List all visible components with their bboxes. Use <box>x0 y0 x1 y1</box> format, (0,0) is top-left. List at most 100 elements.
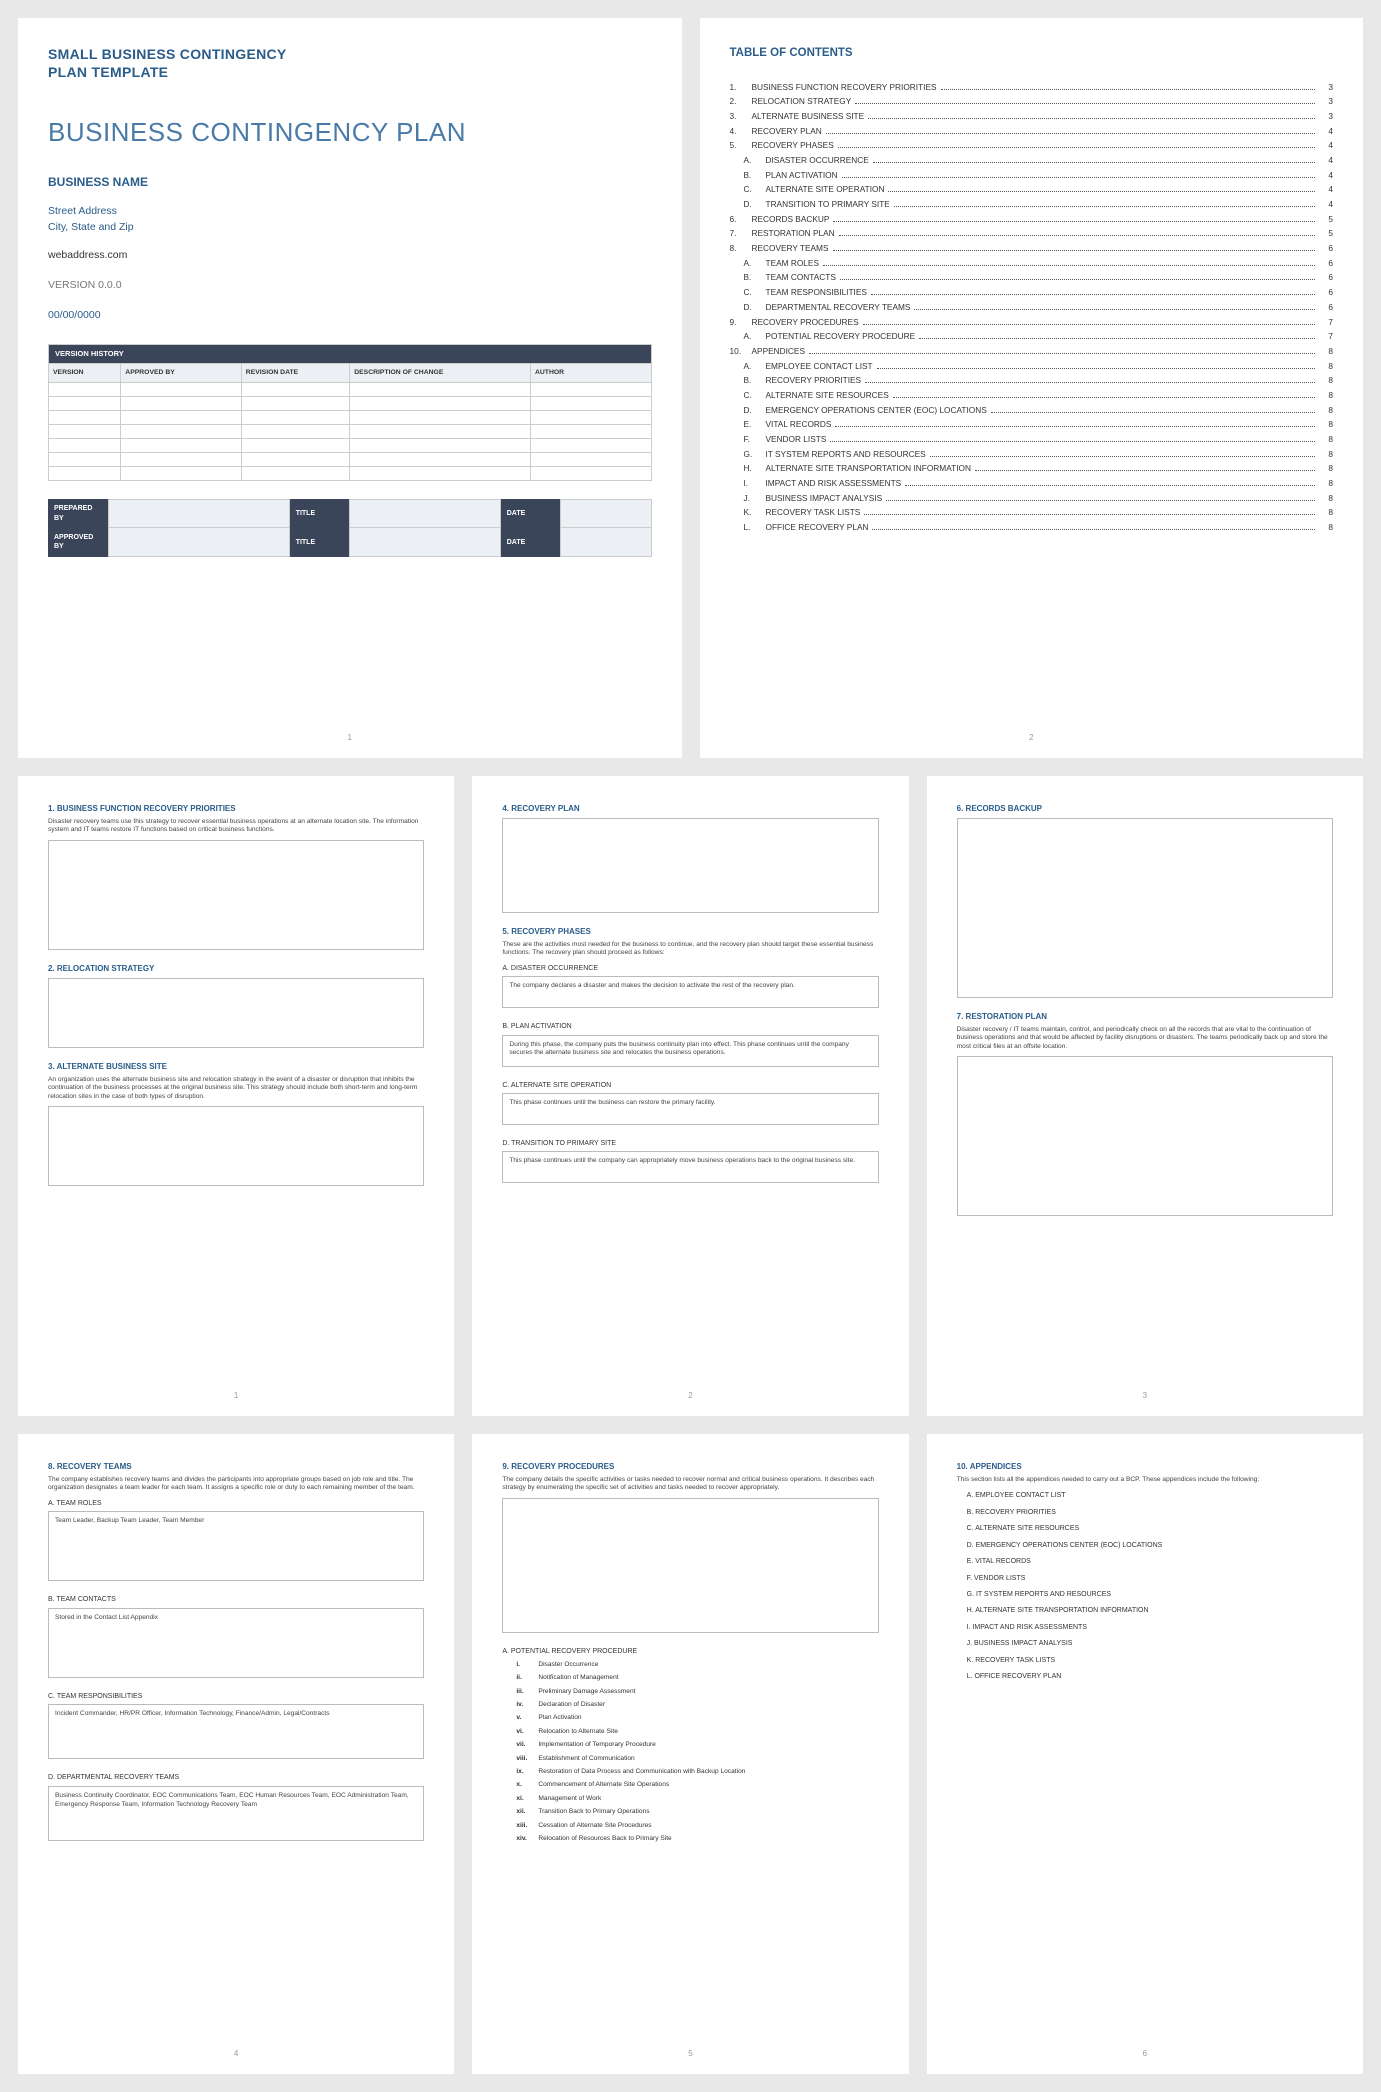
version-label: VERSION 0.0.0 <box>48 278 652 292</box>
teams-d-heading: D. DEPARTMENTAL RECOVERY TEAMS <box>48 1773 424 1782</box>
approved-by-field <box>108 528 289 557</box>
toc-num: D. <box>744 302 766 313</box>
business-name: BUSINESS NAME <box>48 174 652 190</box>
toc-label: IT SYSTEM REPORTS AND RESOURCES <box>766 449 926 460</box>
step-text: Establishment of Communication <box>538 1755 634 1764</box>
prepared-by-label: PREPARED BY <box>48 499 108 528</box>
section-5-desc: These are the activities most needed for… <box>502 941 878 958</box>
toc-entry: 10.APPENDICES8 <box>730 346 1334 357</box>
toc-label: IMPACT AND RISK ASSESSMENTS <box>766 478 902 489</box>
toc-page: 8 <box>1319 507 1333 518</box>
toc-label: RECORDS BACKUP <box>752 214 830 225</box>
toc-entry: A.EMPLOYEE CONTACT LIST8 <box>730 361 1334 372</box>
toc-heading: TABLE OF CONTENTS <box>730 46 1334 62</box>
table-row <box>49 438 652 452</box>
toc-label: TRANSITION TO PRIMARY SITE <box>766 199 890 210</box>
section-3-desc: An organization uses the alternate busin… <box>48 1076 424 1102</box>
toc-entry: D.DEPARTMENTAL RECOVERY TEAMS6 <box>730 302 1334 313</box>
toc-label: TEAM ROLES <box>766 258 819 269</box>
toc-entry: C.TEAM RESPONSIBILITIES6 <box>730 287 1334 298</box>
toc-num: C. <box>744 287 766 298</box>
toc-page: 8 <box>1319 449 1333 460</box>
toc-label: RECOVERY TEAMS <box>752 243 829 254</box>
toc-entry: 7.RESTORATION PLAN5 <box>730 228 1334 239</box>
page-1-cover: SMALL BUSINESS CONTINGENCY PLAN TEMPLATE… <box>18 18 682 758</box>
toc-num: J. <box>744 493 766 504</box>
toc-num: 7. <box>730 228 752 239</box>
toc-label: EMERGENCY OPERATIONS CENTER (EOC) LOCATI… <box>766 405 987 416</box>
toc-leader <box>975 470 1315 471</box>
section-10-desc: This section lists all the appendices ne… <box>957 1476 1333 1485</box>
toc-entry: C.ALTERNATE SITE RESOURCES8 <box>730 390 1334 401</box>
web-address: webaddress.com <box>48 248 652 262</box>
section-1-desc: Disaster recovery teams use this strateg… <box>48 818 424 835</box>
toc-entry: 6.RECORDS BACKUP5 <box>730 214 1334 225</box>
section-1-heading: 1. BUSINESS FUNCTION RECOVERY PRIORITIES <box>48 804 424 815</box>
appendix-item: L. OFFICE RECOVERY PLAN <box>967 1672 1333 1681</box>
toc-page: 6 <box>1319 258 1333 269</box>
step-text: Plan Activation <box>538 1714 581 1723</box>
step-text: Preliminary Damage Assessment <box>538 1688 635 1697</box>
address-block: Street Address City, State and Zip <box>48 204 652 236</box>
toc-leader <box>865 382 1315 383</box>
toc-page: 6 <box>1319 287 1333 298</box>
phase-c-heading: C. ALTERNATE SITE OPERATION <box>502 1081 878 1090</box>
procedure-step: iii.Preliminary Damage Assessment <box>516 1688 878 1697</box>
toc-page: 3 <box>1319 82 1333 93</box>
table-row <box>49 466 652 480</box>
toc-num: F. <box>744 434 766 445</box>
title-field <box>349 499 500 528</box>
teams-c-heading: C. TEAM RESPONSIBILITIES <box>48 1692 424 1701</box>
toc-num: A. <box>744 331 766 342</box>
toc-leader <box>864 514 1315 515</box>
page-3: 1. BUSINESS FUNCTION RECOVERY PRIORITIES… <box>18 776 454 1416</box>
toc-num: 9. <box>730 317 752 328</box>
page-8: 10. APPENDICES This section lists all th… <box>927 1434 1363 2074</box>
toc-leader <box>823 265 1315 266</box>
step-number: xii. <box>516 1808 538 1817</box>
toc-label: DEPARTMENTAL RECOVERY TEAMS <box>766 302 911 313</box>
city-state-zip: City, State and Zip <box>48 220 652 236</box>
appendix-item: H. ALTERNATE SITE TRANSPORTATION INFORMA… <box>967 1606 1333 1615</box>
col-version: VERSION <box>49 364 121 382</box>
template-subtitle-line1: SMALL BUSINESS CONTINGENCY <box>48 46 652 64</box>
toc-page: 8 <box>1319 419 1333 430</box>
phase-c-box: This phase continues until the business … <box>502 1093 878 1125</box>
teams-a-box: Team Leader, Backup Team Leader, Team Me… <box>48 1511 424 1581</box>
toc-leader <box>833 221 1315 222</box>
page-number: 4 <box>234 2049 238 2060</box>
toc-num: 10. <box>730 346 752 357</box>
step-number: i. <box>516 1661 538 1670</box>
toc-num: B. <box>744 170 766 181</box>
step-text: Commencement of Alternate Site Operation… <box>538 1781 669 1790</box>
signature-table: PREPARED BY TITLE DATE APPROVED BY TITLE… <box>48 499 652 558</box>
toc-page: 5 <box>1319 214 1333 225</box>
toc-leader <box>991 412 1315 413</box>
toc-entry: F.VENDOR LISTS8 <box>730 434 1334 445</box>
procedure-step: xi.Management of Work <box>516 1795 878 1804</box>
toc-leader <box>842 177 1315 178</box>
section-3-heading: 3. ALTERNATE BUSINESS SITE <box>48 1062 424 1073</box>
toc-label: ALTERNATE BUSINESS SITE <box>752 111 865 122</box>
step-number: iii. <box>516 1688 538 1697</box>
step-number: x. <box>516 1781 538 1790</box>
toc-num: H. <box>744 463 766 474</box>
toc-entry: 1.BUSINESS FUNCTION RECOVERY PRIORITIES3 <box>730 82 1334 93</box>
step-number: viii. <box>516 1755 538 1764</box>
toc-leader <box>871 294 1315 295</box>
date-field-2 <box>561 528 651 557</box>
step-text: Notification of Management <box>538 1674 618 1683</box>
step-text: Cessation of Alternate Site Procedures <box>538 1822 651 1831</box>
section-6-heading: 6. RECORDS BACKUP <box>957 804 1333 815</box>
toc-leader <box>872 529 1315 530</box>
toc-label: ALTERNATE SITE TRANSPORTATION INFORMATIO… <box>766 463 971 474</box>
toc-num: 2. <box>730 96 752 107</box>
date-placeholder: 00/00/0000 <box>48 308 652 322</box>
page-number: 3 <box>1143 1391 1147 1402</box>
toc-entry: C.ALTERNATE SITE OPERATION4 <box>730 184 1334 195</box>
step-number: ii. <box>516 1674 538 1683</box>
toc-num: 4. <box>730 126 752 137</box>
toc-leader <box>868 118 1315 119</box>
page-7: 9. RECOVERY PROCEDURES The company detai… <box>472 1434 908 2074</box>
procedure-step: xiii.Cessation of Alternate Site Procedu… <box>516 1822 878 1831</box>
